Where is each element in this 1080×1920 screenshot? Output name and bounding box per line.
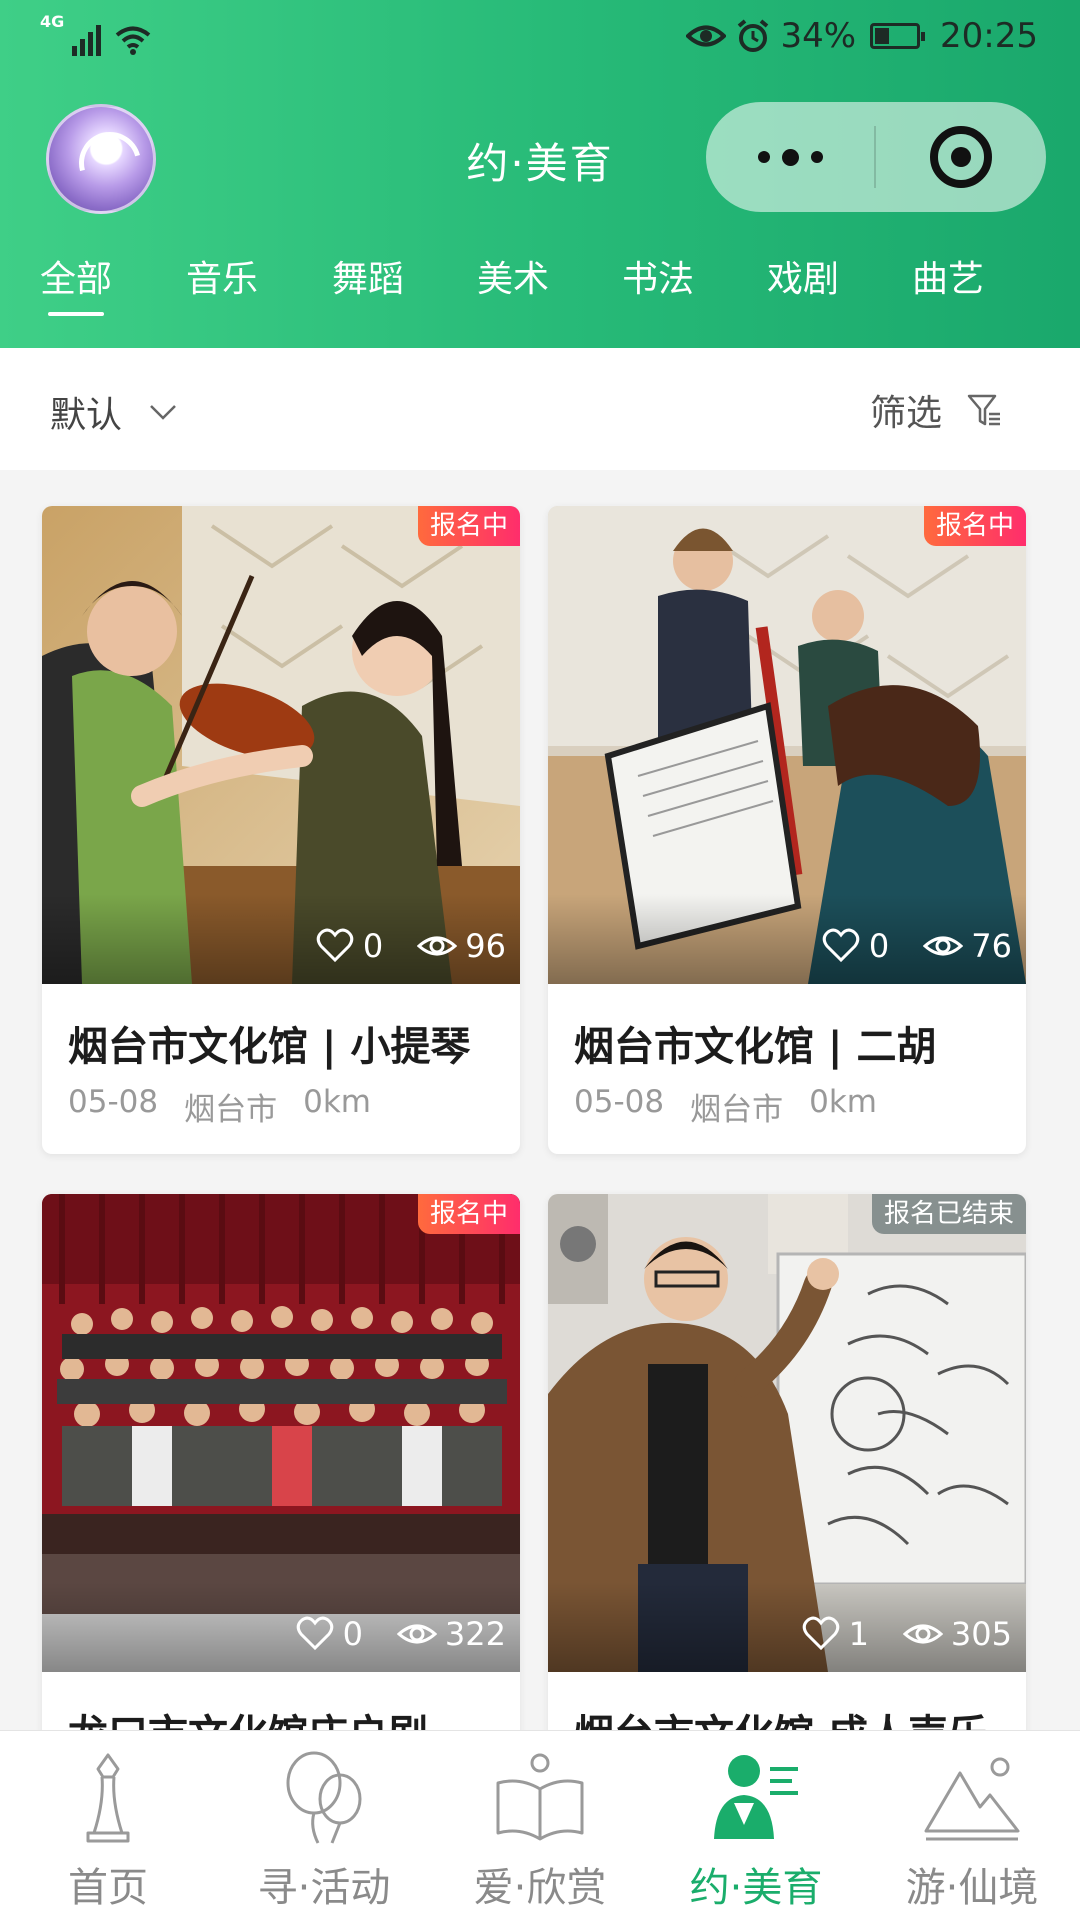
card-stats: 0 96	[315, 926, 506, 966]
mountain-icon	[924, 1757, 1020, 1841]
eye-icon	[396, 1624, 437, 1644]
card-meta: 05-08 烟台市 0km	[68, 1084, 371, 1129]
more-icon	[757, 148, 823, 166]
heart-icon[interactable]	[315, 926, 355, 966]
card-date: 05-08	[574, 1084, 665, 1120]
card-stats: 1 305	[801, 1614, 1012, 1654]
tabbar-label: 寻·活动	[257, 1865, 391, 1911]
tabbar-label: 首页	[68, 1865, 148, 1911]
course-photo: 报名已结束 1 305	[548, 1194, 1026, 1672]
card-meta: 05-08 烟台市 0km	[574, 1084, 877, 1129]
more-button[interactable]	[706, 102, 874, 212]
network-label: 4G	[40, 12, 65, 31]
view-count: 96	[465, 927, 506, 965]
tabbar-item-travel[interactable]: 游·仙境	[864, 1731, 1080, 1920]
card-date: 05-08	[68, 1084, 159, 1120]
signal-icon	[72, 22, 102, 56]
filter-label: 筛选	[869, 393, 942, 434]
category-tabs: 全部 音乐 舞蹈 美术 书法 戏剧 曲艺	[0, 250, 1080, 330]
course-card[interactable]: 报名中 0 76 烟台市文化馆 | 二胡 05-08 烟台市 0km	[548, 506, 1026, 1154]
tab-all[interactable]: 全部	[40, 250, 112, 316]
view-count: 322	[444, 1615, 506, 1653]
like-count: 0	[342, 1615, 363, 1653]
close-button[interactable]	[876, 102, 1046, 212]
tabbar-item-activities[interactable]: 寻·活动	[216, 1731, 432, 1920]
course-card[interactable]: 报名中 0 96 烟台市文化馆 | 小提琴 05-08 烟台市 0km	[42, 506, 520, 1154]
eye-icon	[417, 936, 458, 956]
card-stats: 0 322	[295, 1614, 506, 1654]
course-photo: 报名中 0 76	[548, 506, 1026, 984]
card-title: 烟台市文化馆 | 小提琴	[68, 1024, 471, 1070]
tabbar-item-education[interactable]: 约·美育	[648, 1731, 864, 1920]
wifi-icon	[116, 26, 151, 55]
miniprogram-capsule	[706, 102, 1046, 212]
header: 4G 34% 20:25 约·美育 全部 音乐 舞蹈 美术 书法 戏剧 曲艺	[0, 0, 1080, 348]
status-bar: 4G 34% 20:25	[0, 0, 1080, 80]
tabbar-item-home[interactable]: 首页	[0, 1731, 216, 1920]
tab-drama[interactable]: 戏剧	[767, 250, 839, 302]
course-card[interactable]: 报名中 0 322 龙口市文化馆庄户剧	[42, 1194, 520, 1730]
card-stats: 0 76	[821, 926, 1012, 966]
course-photo: 报名中 0 96	[42, 506, 520, 984]
status-badge: 报名中	[417, 506, 520, 546]
card-title: 烟台市文化馆 成人声乐	[574, 1702, 1004, 1730]
battery-percent: 34%	[780, 16, 857, 56]
tabbar-label: 约·美育	[689, 1865, 823, 1911]
tab-dance[interactable]: 舞蹈	[332, 250, 404, 302]
card-title: 烟台市文化馆 | 二胡	[574, 1024, 937, 1070]
tabbar-item-appreciate[interactable]: 爱·欣赏	[432, 1731, 648, 1920]
tab-music[interactable]: 音乐	[186, 250, 258, 302]
sort-dropdown[interactable]: 默认	[50, 386, 178, 438]
eye-icon	[902, 1624, 943, 1644]
navigation-row: 约·美育	[0, 100, 1080, 220]
view-count: 76	[971, 927, 1012, 965]
course-grid: 报名中 0 96 烟台市文化馆 | 小提琴 05-08 烟台市 0km 报名中 …	[0, 470, 1080, 1730]
teacher-icon	[714, 1755, 798, 1839]
like-count: 0	[362, 927, 384, 965]
chevron-down-icon	[150, 405, 176, 420]
course-photo: 报名中 0 322	[42, 1194, 520, 1672]
card-city: 烟台市	[690, 1092, 784, 1128]
tab-folk-arts[interactable]: 曲艺	[912, 250, 984, 302]
card-distance: 0km	[303, 1084, 371, 1120]
tabbar-label: 爱·欣赏	[473, 1865, 607, 1911]
sort-label: 默认	[50, 395, 123, 436]
clock: 20:25	[940, 16, 1038, 56]
target-icon	[930, 126, 992, 188]
like-count: 0	[868, 927, 890, 965]
tab-calligraphy[interactable]: 书法	[622, 250, 694, 302]
status-badge: 报名中	[923, 506, 1026, 546]
tab-fine-arts[interactable]: 美术	[477, 250, 549, 302]
balloons-icon	[286, 1751, 362, 1844]
course-card[interactable]: 报名已结束 1 305 烟台市文化馆 成人声乐	[548, 1194, 1026, 1730]
like-count: 1	[848, 1615, 869, 1653]
heart-icon[interactable]	[295, 1614, 335, 1654]
chess-icon	[86, 1753, 130, 1843]
tabbar-label: 游·仙境	[905, 1865, 1039, 1911]
view-count: 305	[950, 1615, 1012, 1653]
status-badge: 报名已结束	[871, 1194, 1026, 1234]
book-icon	[496, 1753, 584, 1841]
sort-bar: 默认 筛选	[0, 348, 1080, 470]
bottom-tab-bar: 首页 寻·活动 爱·欣赏 约·美育 游·仙境	[0, 1730, 1080, 1920]
filter-icon	[967, 394, 1000, 426]
alarm-icon	[738, 19, 769, 52]
status-badge: 报名中	[417, 1194, 520, 1234]
heart-icon[interactable]	[801, 1614, 841, 1654]
card-title: 龙口市文化馆庄户剧	[68, 1702, 498, 1730]
filter-button[interactable]: 筛选	[870, 384, 1002, 436]
card-distance: 0km	[809, 1084, 877, 1120]
battery-icon	[870, 23, 926, 49]
card-city: 烟台市	[184, 1092, 278, 1128]
heart-icon[interactable]	[821, 926, 861, 966]
eye-icon	[923, 936, 964, 956]
eye-icon	[686, 25, 727, 47]
